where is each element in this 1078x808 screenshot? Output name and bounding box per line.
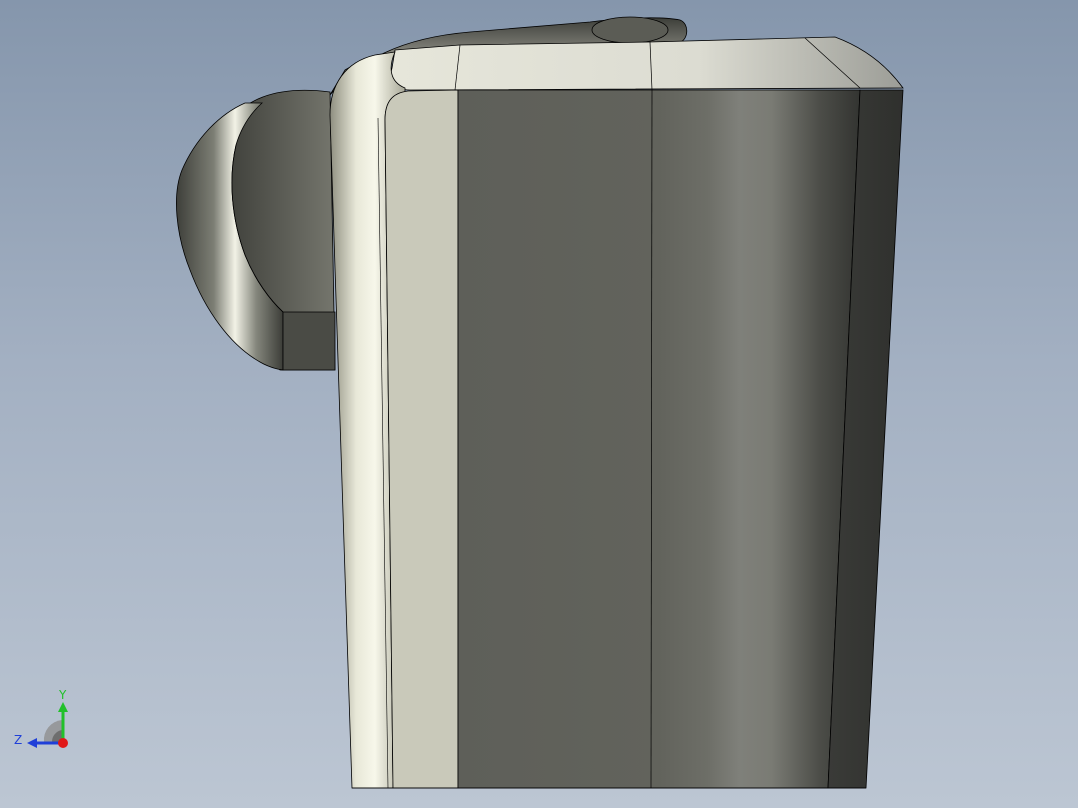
handle-top-boss: [591, 16, 669, 44]
body-rim-inner: [384, 89, 459, 789]
triad-z-label: Z: [14, 733, 22, 747]
triad-z-arrow-icon: [27, 738, 37, 748]
lid-top-surface: [390, 36, 904, 91]
triad-y-arrow-icon: [58, 702, 68, 712]
body-front-face: [457, 89, 861, 789]
cad-part-model[interactable]: [0, 0, 1078, 808]
graphics-viewport[interactable]: Y Z: [0, 0, 1078, 808]
handle-grip-end: [282, 311, 336, 371]
triad-x-axis-dot-icon: [58, 738, 68, 748]
triad-y-label: Y: [58, 688, 67, 702]
view-orientation-triad[interactable]: Y Z: [10, 684, 80, 754]
